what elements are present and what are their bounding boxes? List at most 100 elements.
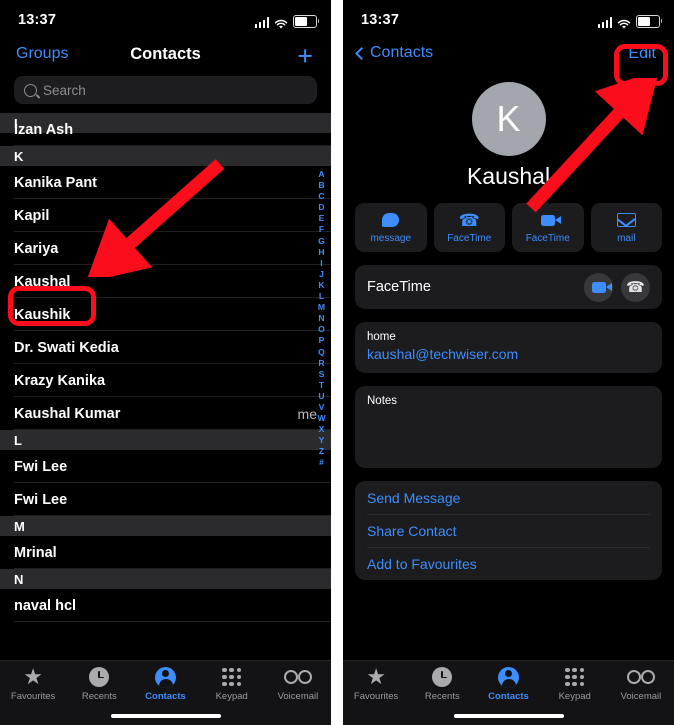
tab-contacts[interactable]: Contacts — [475, 666, 541, 714]
email-label: home — [367, 331, 396, 343]
message-bubble-icon — [382, 211, 400, 229]
tab-recents[interactable]: Recents — [409, 666, 475, 714]
facetime-card: FaceTime ☎ — [355, 265, 662, 309]
status-time: 13:37 — [18, 12, 57, 28]
list-item-kaushal[interactable]: Kaushal — [0, 265, 331, 298]
battery-icon — [636, 15, 663, 28]
add-to-favourites-link[interactable]: Add to Favourites — [367, 547, 650, 580]
index-letter[interactable]: M — [318, 302, 325, 313]
alphabet-index-bar[interactable]: A B C D E F G H I J K L M N O P Q R S T U V W X Y Z # — [315, 169, 328, 469]
section-header: K — [0, 146, 331, 166]
index-letter[interactable]: W — [317, 413, 325, 424]
action-mail[interactable]: mail — [590, 203, 662, 252]
action-message[interactable]: message — [355, 203, 427, 252]
phone-icon[interactable]: ☎ — [621, 272, 650, 302]
index-letter[interactable]: K — [318, 280, 324, 291]
notes-card[interactable]: Notes — [355, 386, 662, 468]
action-facetime-video[interactable]: FaceTime — [512, 203, 584, 252]
contact-name: Izan Ash — [14, 122, 74, 138]
tab-favourites[interactable]: ★ Favourites — [0, 666, 66, 714]
tab-label: Voicemail — [277, 691, 319, 702]
voicemail-icon — [626, 666, 655, 688]
list-item[interactable]: Dr. Swati Kedia — [0, 331, 331, 364]
section-header: N — [0, 569, 331, 589]
action-label: FaceTime — [525, 233, 570, 244]
tab-voicemail[interactable]: Voicemail — [608, 666, 674, 714]
index-letter[interactable]: E — [319, 213, 325, 224]
index-letter[interactable]: C — [318, 191, 324, 202]
index-letter[interactable]: L — [319, 291, 324, 302]
tab-voicemail[interactable]: Voicemail — [265, 666, 331, 714]
action-facetime-audio[interactable]: ☎ FaceTime — [433, 203, 505, 252]
video-camera-icon[interactable] — [584, 272, 613, 302]
index-letter[interactable]: # — [319, 457, 324, 468]
share-contact-link[interactable]: Share Contact — [367, 514, 650, 547]
tab-contacts[interactable]: Contacts — [132, 666, 198, 714]
index-letter[interactable]: U — [318, 391, 324, 402]
index-letter[interactable]: G — [318, 236, 325, 247]
tab-keypad[interactable]: Keypad — [199, 666, 265, 714]
list-item[interactable]: Fwi Lee — [0, 450, 331, 483]
index-letter[interactable]: Y — [319, 435, 325, 446]
action-label: mail — [617, 233, 636, 244]
contact-name: Kapil — [14, 207, 50, 224]
index-letter[interactable]: J — [319, 269, 324, 280]
index-letter[interactable]: V — [319, 402, 325, 413]
list-item[interactable]: naval hcl — [0, 589, 331, 622]
tab-label: Contacts — [145, 691, 186, 702]
star-icon: ★ — [23, 664, 43, 689]
index-letter[interactable]: H — [318, 247, 324, 258]
list-item[interactable]: Mrinal — [0, 536, 331, 569]
list-item[interactable]: Kaushal Kumar me — [0, 397, 331, 430]
search-input[interactable]: Search — [14, 76, 317, 104]
index-letter[interactable]: D — [318, 202, 324, 213]
add-contact-button[interactable]: + — [297, 39, 313, 73]
status-bar-left: 13:37 — [0, 0, 331, 40]
list-item[interactable]: Krazy Kanika — [0, 364, 331, 397]
edit-button[interactable]: Edit — [628, 45, 656, 63]
list-item[interactable]: Kanika Pant — [0, 166, 331, 199]
clock-icon — [432, 666, 453, 688]
index-letter[interactable]: X — [319, 424, 325, 435]
list-item[interactable]: Kapil — [0, 199, 331, 232]
index-letter[interactable]: R — [318, 358, 324, 369]
chevron-left-icon — [355, 46, 368, 60]
tab-favourites[interactable]: ★ Favourites — [343, 666, 409, 714]
contact-name: Fwi Lee — [14, 458, 68, 475]
email-card[interactable]: home kaushal@techwiser.com — [355, 322, 662, 373]
tab-label: Voicemail — [620, 691, 662, 702]
back-to-contacts-button[interactable]: Contacts — [355, 44, 433, 62]
contact-list[interactable]: I Izan Ash K Kanika Pant Kapil Kariya Ka… — [0, 113, 331, 634]
email-value[interactable]: kaushal@techwiser.com — [367, 346, 650, 362]
index-letter[interactable]: B — [318, 180, 324, 191]
search-placeholder: Search — [43, 82, 86, 98]
video-camera-icon — [540, 211, 561, 229]
tab-keypad[interactable]: Keypad — [542, 666, 608, 714]
send-message-link[interactable]: Send Message — [367, 481, 650, 514]
wifi-icon — [617, 17, 631, 29]
list-item[interactable]: Fwi Lee — [0, 483, 331, 516]
index-letter[interactable]: S — [319, 369, 325, 380]
index-letter[interactable]: Q — [318, 347, 325, 358]
index-letter[interactable]: P — [319, 335, 325, 346]
search-area: Search — [0, 74, 331, 113]
phone-icon: ☎ — [458, 210, 480, 230]
voicemail-icon — [283, 666, 312, 688]
list-item[interactable]: Kaushik — [0, 298, 331, 331]
index-letter[interactable]: A — [318, 169, 324, 180]
index-letter[interactable]: T — [319, 380, 324, 391]
index-letter[interactable]: F — [319, 224, 324, 235]
index-letter[interactable]: N — [318, 313, 324, 324]
section-header: M — [0, 516, 331, 536]
index-letter[interactable]: O — [318, 324, 325, 335]
envelope-icon — [616, 211, 636, 229]
list-item[interactable]: Kariya — [0, 232, 331, 265]
avatar: K — [471, 82, 546, 156]
status-icons — [254, 13, 320, 29]
tab-recents[interactable]: Recents — [66, 666, 132, 714]
person-icon — [498, 666, 519, 688]
index-letter[interactable]: I — [320, 258, 322, 269]
index-letter[interactable]: Z — [319, 446, 324, 457]
right-nav-bar: Contacts Edit — [343, 40, 674, 74]
list-item[interactable]: Izan Ash — [0, 122, 331, 146]
